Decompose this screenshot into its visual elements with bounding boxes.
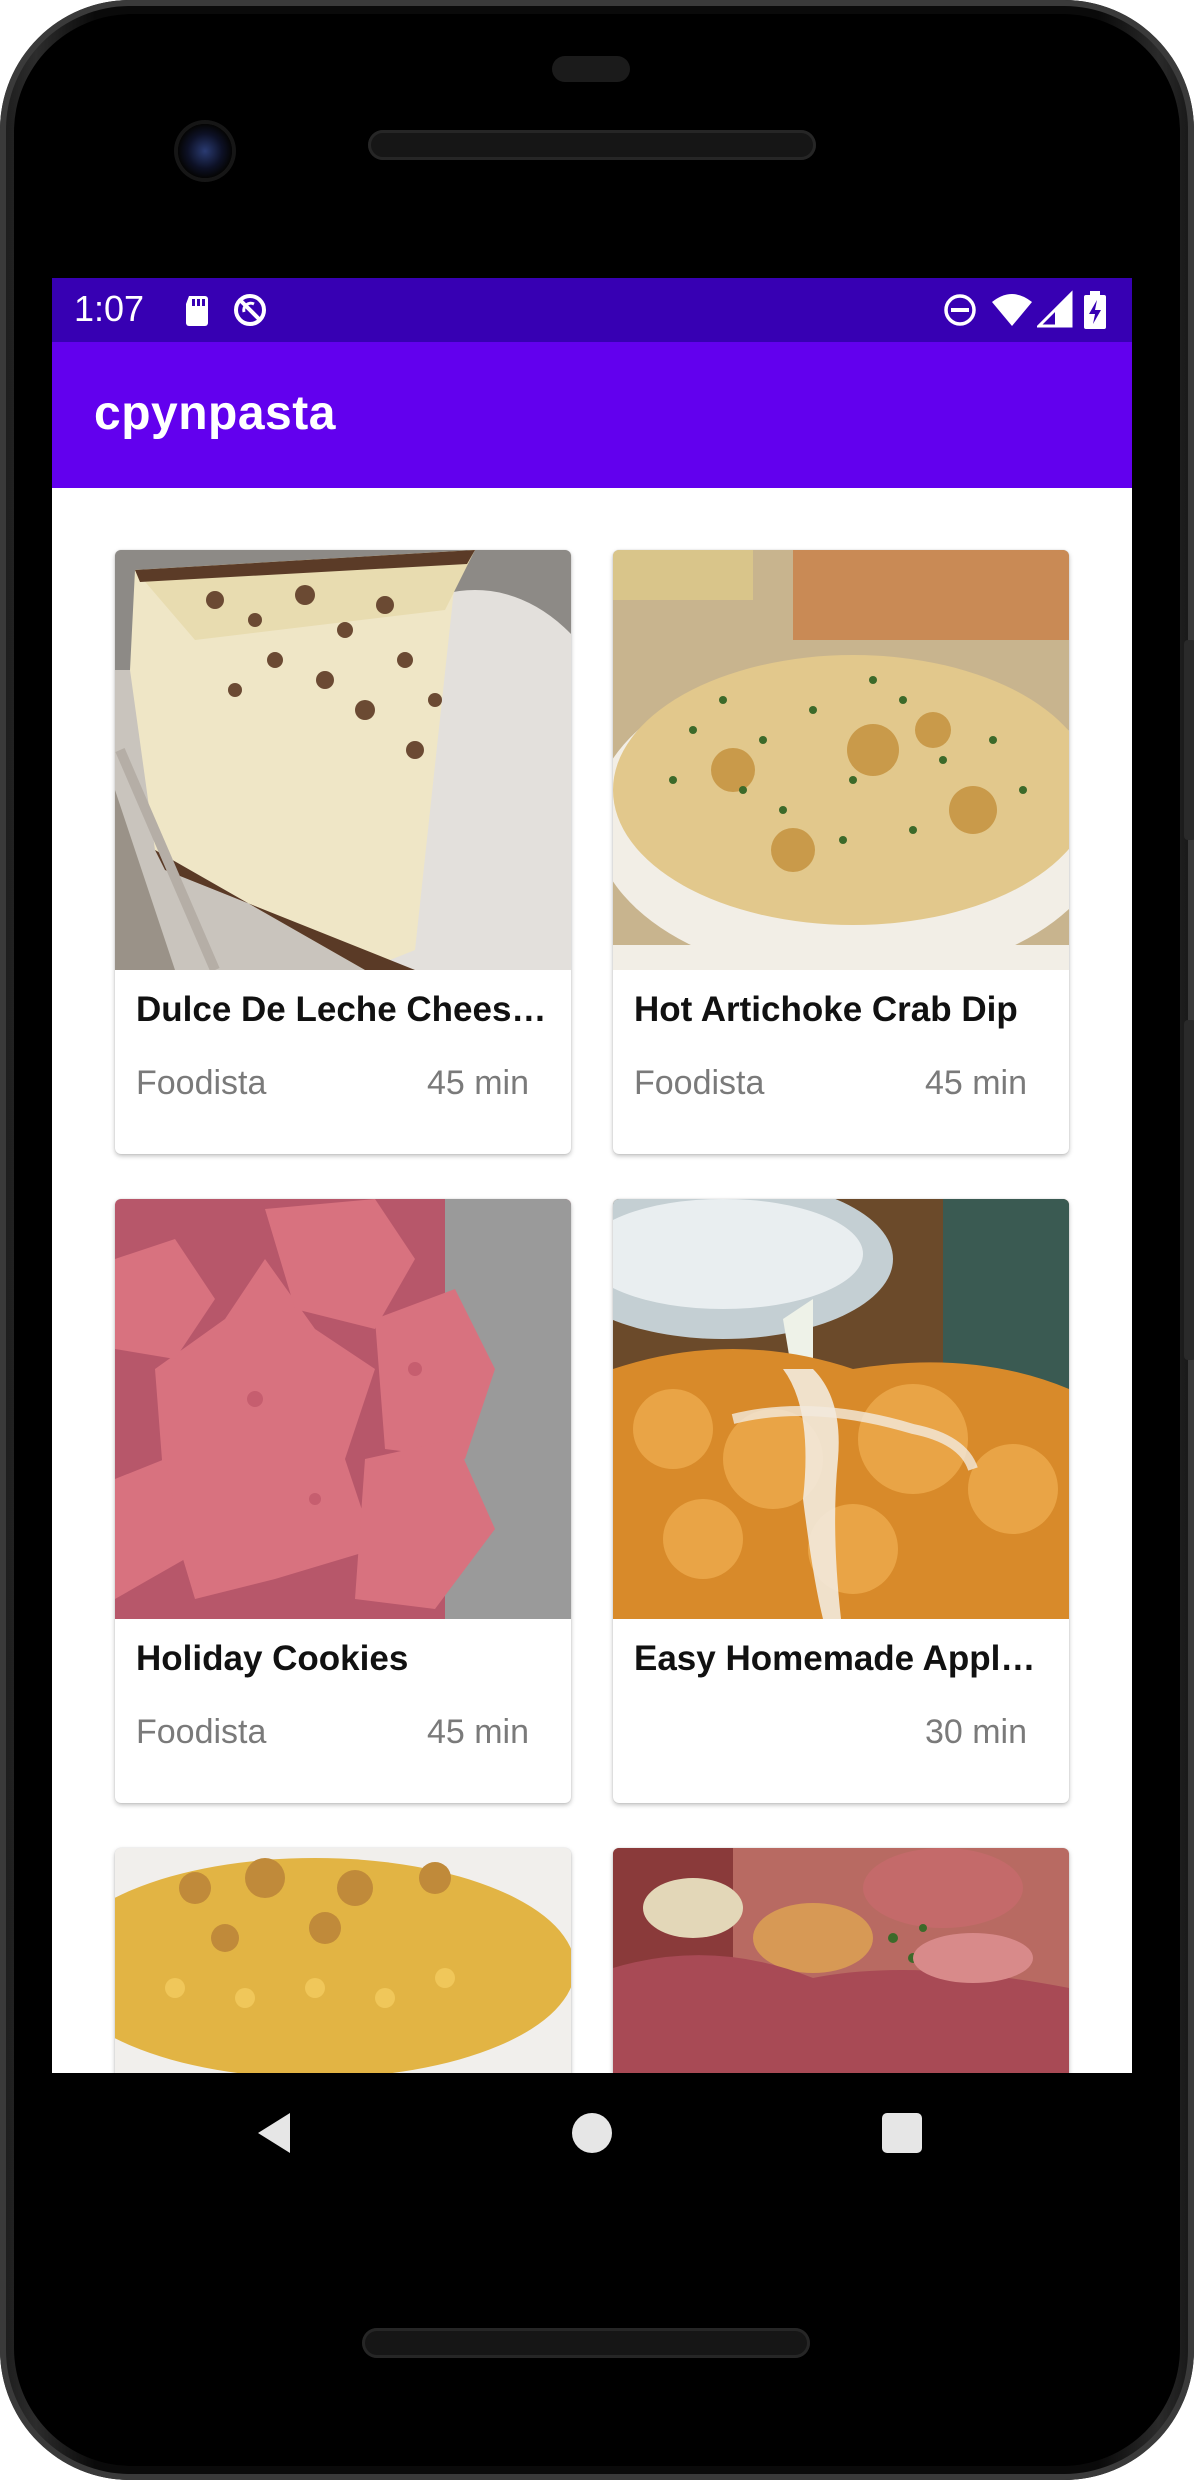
recipe-image xyxy=(613,1199,1069,1619)
recipe-card[interactable]: Dulce De Leche Chees… Foodista 45 min xyxy=(115,550,571,1154)
recipe-image xyxy=(613,550,1069,970)
home-icon[interactable] xyxy=(572,2113,612,2153)
recipe-time: 45 min xyxy=(426,1064,529,1102)
status-time: 1:07 xyxy=(74,288,145,329)
back-icon[interactable] xyxy=(254,2109,294,2157)
recipe-grid[interactable]: Dulce De Leche Chees… Foodista 45 min Ho… xyxy=(52,488,1132,2073)
earpiece-speaker xyxy=(368,130,816,160)
no-sync-icon xyxy=(234,294,266,326)
bottom-speaker xyxy=(362,2328,810,2358)
recipe-source: Foodista xyxy=(634,1064,765,1102)
recipe-time: 45 min xyxy=(924,1064,1027,1102)
recipe-card[interactable] xyxy=(613,1848,1069,2073)
recipe-card[interactable]: Easy Homemade Apple… 30 min xyxy=(613,1199,1069,1803)
recipe-card[interactable]: Hot Artichoke Crab Dip Foodista 45 min xyxy=(613,550,1069,1154)
recipe-title: Dulce De Leche Chees… xyxy=(136,990,547,1029)
recipe-image xyxy=(613,1848,1069,2073)
recents-icon[interactable] xyxy=(882,2113,922,2153)
navigation-bar xyxy=(52,2073,1132,2203)
do-not-disturb-icon xyxy=(944,294,976,326)
recipe-image xyxy=(115,1199,571,1619)
signal-icon xyxy=(1037,290,1073,328)
sd-card-icon xyxy=(186,296,208,326)
phone-frame: 1:07 cpynpasta Dulce De Leche Chees… Foo… xyxy=(0,0,1194,2480)
recipe-card[interactable] xyxy=(115,1848,571,2073)
app-title: cpynpasta xyxy=(94,387,336,440)
sensor-notch xyxy=(552,56,630,82)
app-bar: cpynpasta xyxy=(52,342,1132,488)
recipe-time: 45 min xyxy=(426,1713,529,1751)
recipe-image xyxy=(115,1848,571,2073)
recipe-source: Foodista xyxy=(136,1713,267,1751)
volume-button xyxy=(1184,1020,1194,1360)
status-bar: 1:07 xyxy=(52,278,1132,342)
front-camera-icon xyxy=(178,124,232,178)
recipe-title: Easy Homemade Apple… xyxy=(634,1639,1048,1678)
battery-charging-icon xyxy=(1084,291,1106,329)
wifi-icon xyxy=(992,294,1032,326)
power-button xyxy=(1184,640,1194,840)
recipe-source: Foodista xyxy=(136,1064,267,1102)
recipe-title: Holiday Cookies xyxy=(136,1639,409,1678)
screen: 1:07 cpynpasta Dulce De Leche Chees… Foo… xyxy=(52,278,1132,2073)
recipe-card[interactable]: Holiday Cookies Foodista 45 min xyxy=(115,1199,571,1803)
recipe-time: 30 min xyxy=(924,1713,1027,1751)
recipe-image xyxy=(115,550,571,970)
recipe-title: Hot Artichoke Crab Dip xyxy=(634,990,1018,1029)
